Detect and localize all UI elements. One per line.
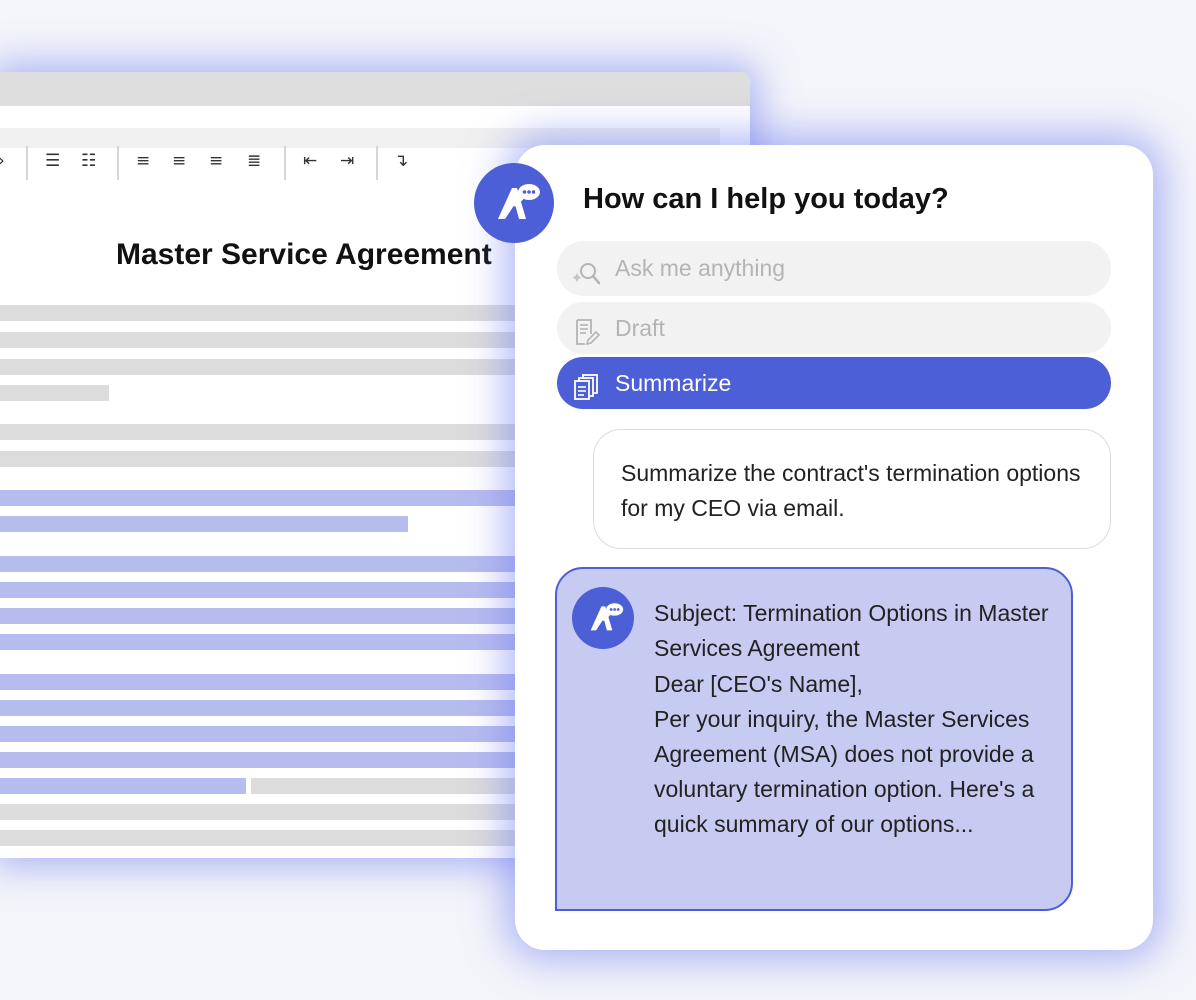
document-title: Master Service Agreement bbox=[116, 238, 492, 271]
user-message: Summarize the contract's termination opt… bbox=[593, 429, 1111, 549]
align-left-icon[interactable]: ≡ bbox=[136, 146, 150, 176]
text-line bbox=[0, 830, 600, 846]
highlighted-line bbox=[0, 556, 600, 572]
assistant-reply: Subject: Termination Options in Master S… bbox=[555, 567, 1073, 911]
reply-text: Subject: Termination Options in Master S… bbox=[654, 596, 1054, 842]
window-titlebar bbox=[0, 72, 750, 106]
document-pen-icon bbox=[571, 313, 601, 346]
draft-button[interactable]: Draft bbox=[557, 302, 1111, 354]
highlighted-line bbox=[0, 516, 408, 532]
toolbar-divider bbox=[284, 146, 286, 180]
chevron-right-icon[interactable]: › bbox=[0, 146, 5, 176]
reply-body: Per your inquiry, the Master Services Ag… bbox=[654, 706, 1035, 837]
text-line bbox=[0, 385, 109, 401]
align-center-icon[interactable]: ≡ bbox=[172, 146, 186, 176]
outdent-icon[interactable]: ⇤ bbox=[303, 146, 317, 176]
numbered-list-icon[interactable]: ☷ bbox=[81, 146, 96, 176]
text-line bbox=[0, 305, 600, 321]
highlighted-line bbox=[0, 700, 600, 716]
text-line bbox=[0, 332, 600, 348]
assistant-panel: How can I help you today? Ask me anythin… bbox=[474, 145, 1153, 950]
text-line bbox=[0, 424, 600, 440]
text-line bbox=[0, 804, 600, 820]
highlighted-line bbox=[0, 582, 600, 598]
justify-icon[interactable]: ≣ bbox=[247, 146, 261, 176]
assistant-heading: How can I help you today? bbox=[583, 183, 949, 215]
text-wrap-icon[interactable]: ↴ bbox=[394, 146, 408, 176]
bullet-list-icon[interactable]: ☰ bbox=[45, 146, 60, 176]
highlighted-line bbox=[0, 608, 600, 624]
text-line bbox=[0, 451, 600, 467]
toolbar-divider bbox=[26, 146, 28, 180]
assistant-avatar-icon bbox=[572, 587, 634, 649]
toolbar-divider bbox=[376, 146, 378, 180]
assistant-logo-icon bbox=[474, 163, 554, 243]
highlighted-line bbox=[0, 634, 600, 650]
highlighted-line bbox=[0, 674, 600, 690]
text-line bbox=[0, 359, 600, 375]
summarize-label: Summarize bbox=[615, 370, 732, 396]
highlighted-line bbox=[0, 778, 246, 794]
align-right-icon[interactable]: ≡ bbox=[209, 146, 223, 176]
highlighted-line bbox=[0, 752, 600, 768]
highlighted-line bbox=[0, 490, 600, 506]
indent-icon[interactable]: ⇥ bbox=[340, 146, 354, 176]
ask-anything-label: Ask me anything bbox=[615, 255, 786, 281]
reply-greeting: Dear [CEO's Name], bbox=[654, 671, 863, 697]
ask-anything-button[interactable]: Ask me anything bbox=[557, 241, 1111, 296]
reply-subject: Subject: Termination Options in Master S… bbox=[654, 600, 1049, 661]
search-sparkle-icon bbox=[571, 254, 601, 284]
draft-label: Draft bbox=[615, 315, 665, 341]
toolbar-divider bbox=[117, 146, 119, 180]
highlighted-line bbox=[0, 726, 600, 742]
documents-icon bbox=[571, 368, 601, 400]
summarize-button[interactable]: Summarize bbox=[557, 357, 1111, 409]
